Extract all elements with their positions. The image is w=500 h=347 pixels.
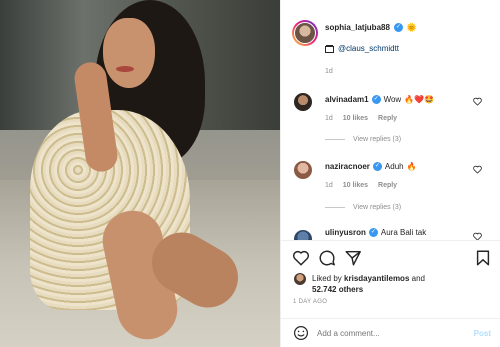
verified-icon: ✓ <box>368 228 378 237</box>
post-button[interactable]: Post <box>474 329 491 338</box>
comment-time[interactable]: 1d <box>325 115 333 122</box>
liker-username[interactable]: krisdayantilemos <box>344 274 409 283</box>
comment-avatar[interactable] <box>293 92 313 112</box>
comment-row: alvinadam1 ✓ Wow 🔥❤️🤩 <box>325 95 434 104</box>
comment-avatar[interactable] <box>293 160 313 180</box>
comment-clip: ulinyusron ✓ Aura Bali tak <box>281 225 500 240</box>
comment-icon[interactable] <box>318 249 336 267</box>
comment-username[interactable]: naziracnoer <box>325 162 370 171</box>
comment-emoji: 🔥❤️🤩 <box>404 95 435 104</box>
comment-meta: 1d 10 likes Reply <box>325 115 405 122</box>
comment-likes[interactable]: 10 likes <box>343 182 368 189</box>
post-date[interactable]: 1 DAY AGO <box>293 299 327 305</box>
liker-avatar[interactable] <box>293 272 307 286</box>
comment-username[interactable]: alvinadam1 <box>325 95 369 104</box>
add-comment-bar: Post <box>281 318 500 347</box>
replies-line <box>325 207 345 208</box>
photo-lips <box>116 66 134 72</box>
comment-text: Aura Bali tak <box>380 228 427 237</box>
comment-like-icon[interactable] <box>473 165 482 174</box>
view-replies-button[interactable]: View replies (3) <box>325 136 401 143</box>
reply-button[interactable]: Reply <box>378 115 397 122</box>
comment-username[interactable]: ulinyusron <box>325 228 366 237</box>
likes-prefix: Liked by <box>312 274 342 283</box>
author-avatar[interactable] <box>292 20 318 46</box>
comment-meta: 1d 10 likes Reply <box>325 182 405 189</box>
comment-text: Aduh <box>384 162 404 171</box>
verified-icon: ✓ <box>393 23 403 32</box>
photo-face <box>103 18 155 88</box>
comment-likes[interactable]: 10 likes <box>343 115 368 122</box>
comment-text: Wow <box>383 95 402 104</box>
view-replies-button[interactable]: View replies (3) <box>325 204 401 211</box>
comment-avatar[interactable] <box>293 229 313 240</box>
sun-emoji-icon: 🌞 <box>406 23 417 32</box>
share-icon[interactable] <box>344 249 362 267</box>
author-username[interactable]: sophia_latjuba88 <box>325 23 390 32</box>
smiley-icon[interactable] <box>293 325 309 341</box>
caption-tag-link[interactable]: @claus_schmidtt <box>338 44 399 53</box>
verified-icon: ✓ <box>372 162 382 171</box>
view-replies-label: View replies (3) <box>353 136 402 143</box>
post-photo[interactable] <box>0 0 280 347</box>
post-details-panel: sophia_latjuba88 ✓ 🌞 @claus_schmidtt 1d … <box>280 0 500 347</box>
like-heart-icon[interactable] <box>292 249 310 267</box>
add-comment-input[interactable] <box>317 327 457 340</box>
comment-row: naziracnoer ✓ Aduh 🔥 <box>325 162 417 171</box>
verified-icon: ✓ <box>371 95 381 104</box>
view-replies-label: View replies (3) <box>353 204 402 211</box>
comment-emoji: 🔥 <box>406 162 417 171</box>
section-divider <box>281 240 500 241</box>
reply-button[interactable]: Reply <box>378 182 397 189</box>
comment-like-icon[interactable] <box>473 232 482 240</box>
author-row: sophia_latjuba88 ✓ 🌞 <box>325 23 417 32</box>
likes-count[interactable]: 52.742 others <box>312 285 363 294</box>
comment-like-icon[interactable] <box>473 97 482 106</box>
likes-summary: Liked by krisdayantilemos and 52.742 oth… <box>312 273 497 295</box>
caption-time[interactable]: 1d <box>325 68 333 75</box>
caption: @claus_schmidtt <box>325 44 399 53</box>
comment-time[interactable]: 1d <box>325 182 333 189</box>
likes-and: and <box>411 274 425 283</box>
replies-line <box>325 139 345 140</box>
bookmark-icon[interactable] <box>474 249 492 267</box>
film-tag-icon <box>325 44 334 53</box>
comment-row: ulinyusron ✓ Aura Bali tak <box>325 228 426 237</box>
